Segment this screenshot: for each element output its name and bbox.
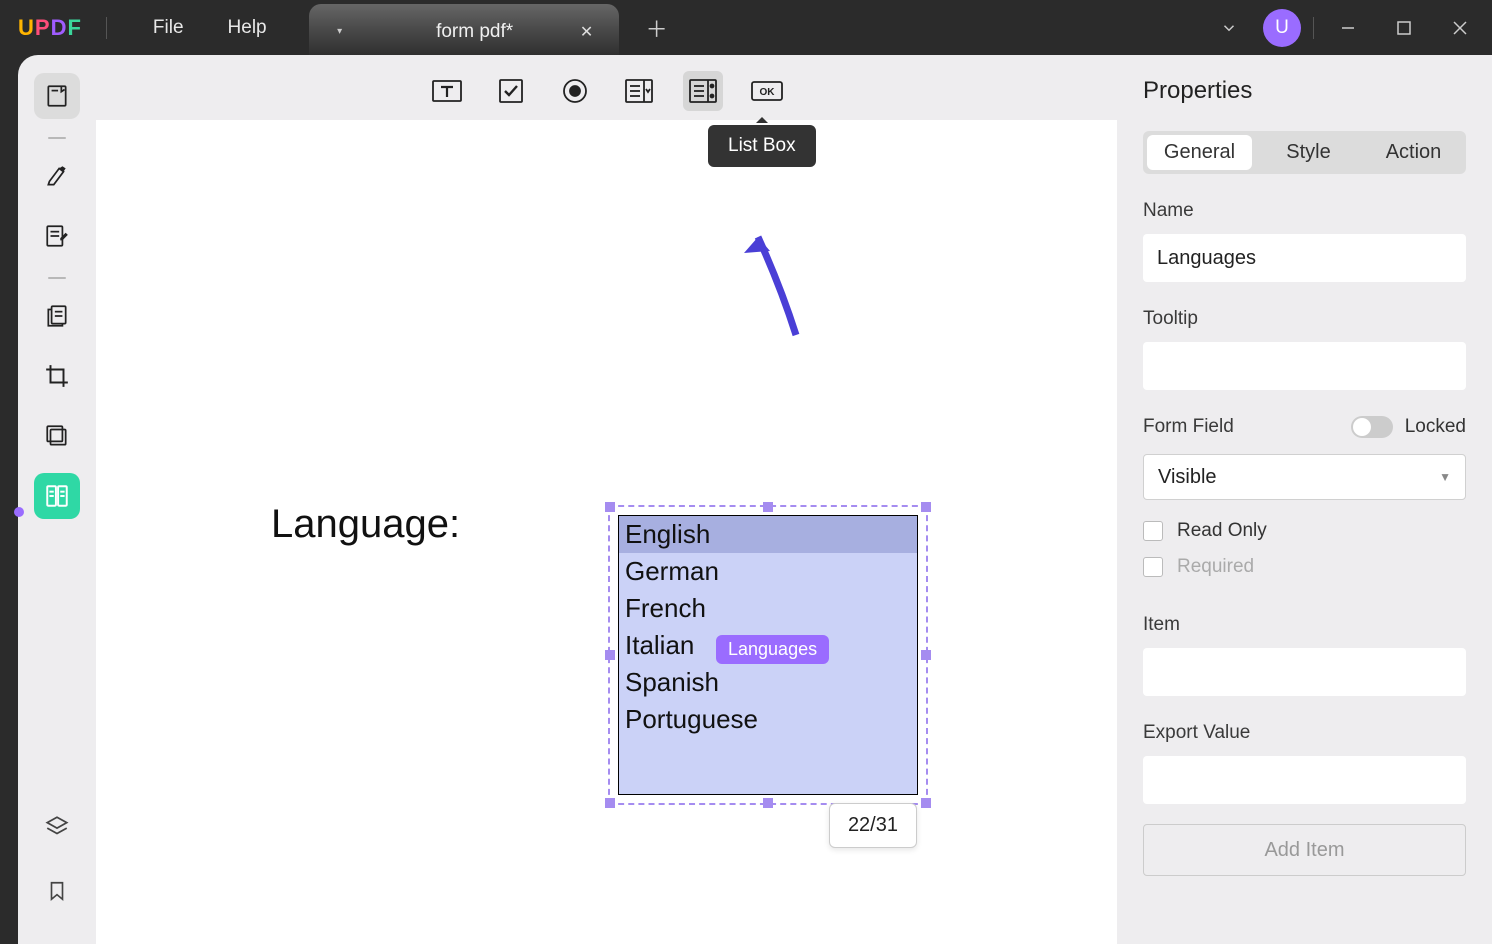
properties-tabs: General Style Action [1143,131,1466,174]
user-avatar[interactable]: U [1263,9,1301,47]
window-minimize-button[interactable] [1326,6,1370,50]
menu-file[interactable]: File [131,17,206,39]
organize-pages-tool[interactable] [34,293,80,339]
field-name-tag: Languages [716,635,829,664]
listbox-tool[interactable] [683,71,723,111]
list-item[interactable]: English [619,516,917,553]
tooltip-input[interactable] [1143,342,1466,390]
tab-dropdown-icon[interactable]: ▾ [333,25,347,39]
checkbox-icon [1143,557,1163,577]
window-maximize-button[interactable] [1382,6,1426,50]
left-toolbar [18,55,96,944]
checkbox-icon [1143,521,1163,541]
resize-handle[interactable] [763,798,773,808]
export-value-input[interactable] [1143,756,1466,804]
edit-tool[interactable] [34,213,80,259]
radio-button-tool[interactable] [555,71,595,111]
required-checkbox[interactable]: Required [1143,556,1466,578]
locked-toggle[interactable] [1351,416,1393,438]
resize-handle[interactable] [921,798,931,808]
name-label: Name [1143,200,1466,222]
list-item[interactable]: Spanish [619,664,917,701]
document-tab[interactable]: ▾ form pdf* ✕ [309,4,619,59]
active-indicator-dot [14,507,24,517]
bookmark-tool[interactable] [34,868,80,914]
reader-tool[interactable] [34,73,80,119]
visibility-select[interactable]: Visible▼ [1143,454,1466,500]
readonly-checkbox[interactable]: Read Only [1143,520,1466,542]
text-field-tool[interactable] [427,71,467,111]
canvas-area: Language: English German French Italian … [96,55,1117,944]
resize-handle[interactable] [763,502,773,512]
tooltip-listbox: List Box [708,125,816,167]
resize-handle[interactable] [605,798,615,808]
titlebar: UPDF File Help ▾ form pdf* ✕ ＋ U [0,0,1492,55]
separator [48,137,66,139]
tab-style[interactable]: Style [1256,131,1361,174]
layers-tool[interactable] [34,804,80,850]
listbox-field-selected[interactable]: English German French Italian Spanish Po… [608,505,928,805]
export-value-label: Export Value [1143,722,1466,744]
tab-close-icon[interactable]: ✕ [573,18,601,46]
dropdown-tool[interactable] [619,71,659,111]
tab-title: form pdf* [407,21,543,43]
properties-title: Properties [1143,77,1466,105]
checkbox-tool[interactable] [491,71,531,111]
workspace: Language: English German French Italian … [18,55,1492,944]
tab-action[interactable]: Action [1361,131,1466,174]
separator [1313,17,1314,39]
annotation-arrow-icon [740,225,810,345]
new-tab-button[interactable]: ＋ [637,8,677,48]
button-tool[interactable]: OK [747,71,787,111]
form-field-toolbar: OK [407,57,807,125]
resize-handle[interactable] [921,502,931,512]
chevron-down-icon: ▼ [1439,470,1451,484]
add-item-button[interactable]: Add Item [1143,824,1466,876]
page-indicator[interactable]: 22/31 [829,803,917,848]
locked-label: Locked [1405,416,1466,438]
properties-panel: Properties General Style Action Name Too… [1117,55,1492,944]
watermark-tool[interactable] [34,413,80,459]
resize-handle[interactable] [605,650,615,660]
separator [48,277,66,279]
field-label-language: Language: [271,502,460,547]
menu-help[interactable]: Help [206,17,289,39]
tooltip-label: Tooltip [1143,308,1466,330]
highlight-tool[interactable] [34,153,80,199]
resize-handle[interactable] [921,650,931,660]
list-item[interactable]: German [619,553,917,590]
item-label: Item [1143,614,1466,636]
document-page[interactable]: Language: English German French Italian … [96,120,1117,944]
recent-dropdown-icon[interactable] [1207,6,1251,50]
form-tool[interactable] [34,473,80,519]
window-close-button[interactable] [1438,6,1482,50]
resize-handle[interactable] [605,502,615,512]
app-logo: UPDF [18,15,82,41]
crop-tool[interactable] [34,353,80,399]
item-input[interactable] [1143,648,1466,696]
tab-general[interactable]: General [1147,135,1252,170]
separator [106,17,107,39]
list-item[interactable]: Portuguese [619,701,917,738]
formfield-label: Form Field [1143,416,1234,438]
name-input[interactable] [1143,234,1466,282]
list-item[interactable]: French [619,590,917,627]
svg-text:OK: OK [759,87,775,98]
